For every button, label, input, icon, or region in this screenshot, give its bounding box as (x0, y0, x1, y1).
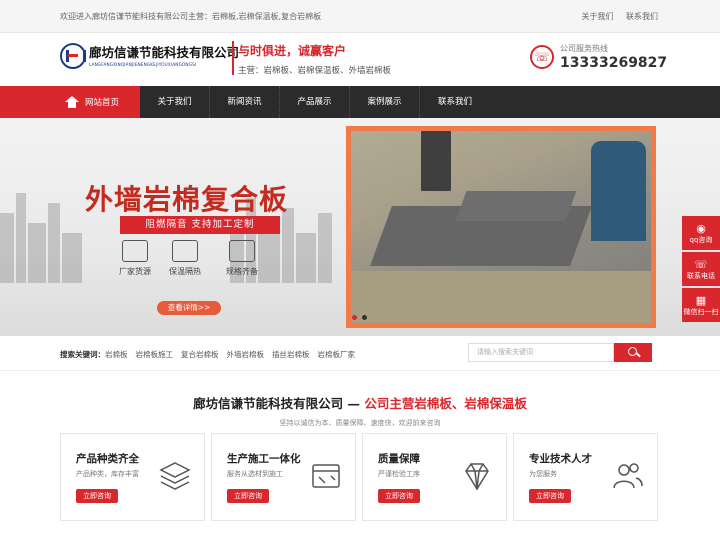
carousel-dots[interactable] (352, 315, 372, 320)
card-quality[interactable]: 质量保障 严谨检验工序 立即咨询 (362, 433, 507, 521)
carousel-dot[interactable] (352, 315, 357, 320)
book-icon (122, 240, 148, 262)
banner-title: 外墙岩棉复合板 (85, 183, 289, 216)
toolbox-icon (312, 464, 340, 488)
layers-icon (159, 462, 191, 490)
welcome-text: 欢迎进入廊坊信谦节能科技有限公司主营：岩棉板,岩棉保温板,复合岩棉板 (60, 11, 322, 21)
main-nav: 网站首页 关于我们 新闻资讯 产品展示 案例展示 联系我们 (0, 86, 720, 118)
consult-button[interactable]: 立即咨询 (76, 489, 118, 503)
keyword-link[interactable]: 岩棉板施工 (136, 350, 174, 359)
side-qq[interactable]: ◉ qq咨询 (682, 216, 720, 250)
qq-icon: ◉ (696, 222, 706, 235)
phone-icon: ☏ (530, 45, 554, 69)
hero-banner[interactable]: 外墙岩棉复合板 阻燃隔音 支持加工定制 厂家货源 保温隔热 规格齐备 查看详情>… (0, 118, 720, 336)
site-header: 廊坊信谦节能科技有限公司 LANGFANGXINQIANJIENENGKEJIY… (0, 33, 720, 86)
intro-desc: 坚持以诚信为本、质量保障、速度快，欢迎前来咨询 (279, 419, 441, 427)
nav-home[interactable]: 网站首页 (0, 86, 140, 118)
keyword-link[interactable]: 复合岩棉板 (181, 350, 219, 359)
advantage-cards: 产品种类齐全 产品种类，库存丰富 立即咨询 生产施工一体化 服务从选材到施工 立… (60, 433, 664, 521)
main-business: 主营：岩棉板、岩棉保温板、外墙岩棉板 (238, 66, 392, 76)
logo-company-pinyin: LANGFANGXINQIANJIENENGKEJIYOUXIANGONGSI (89, 61, 197, 67)
intro-highlight: 公司主营岩棉板、岩棉保温板 (364, 396, 527, 411)
side-wechat[interactable]: ▦ 微信扫一扫 (682, 288, 720, 322)
card-construction[interactable]: 生产施工一体化 服务从选材到施工 立即咨询 (211, 433, 356, 521)
nav-item-news[interactable]: 新闻资讯 (210, 86, 280, 118)
phone-icon: ☏ (694, 258, 708, 271)
product-photo (346, 126, 656, 328)
qrcode-icon: ▦ (695, 294, 707, 307)
nav-item-about[interactable]: 关于我们 (140, 86, 210, 118)
keyword-link[interactable]: 插丝岩棉板 (272, 350, 310, 359)
nav-item-contact[interactable]: 联系我们 (420, 86, 490, 118)
diamond-icon (465, 463, 489, 491)
slogan: 与时俱进，诚赢客户 (238, 44, 347, 58)
keyword-link[interactable]: 外墙岩棉板 (227, 350, 265, 359)
hotline: ☏ 公司服务热线 13333269827 (530, 43, 667, 71)
keyword-link[interactable]: 岩棉板 (105, 350, 128, 359)
logo[interactable]: 廊坊信谦节能科技有限公司 LANGFANGXINQIANJIENENGKEJIY… (60, 43, 239, 69)
hotline-number: 13333269827 (560, 55, 668, 71)
consult-button[interactable]: 立即咨询 (529, 489, 571, 503)
card-talent[interactable]: 专业技术人才 为您服务 立即咨询 (513, 433, 658, 521)
top-link-contact[interactable]: 联系我们 (626, 12, 658, 21)
intro-company: 廊坊信谦节能科技有限公司 — (193, 396, 360, 411)
header-divider (232, 41, 234, 75)
slogan-block: 与时俱进，诚赢客户 主营：岩棉板、岩棉保温板、外墙岩棉板 (238, 42, 391, 76)
logo-mark-icon (60, 43, 86, 69)
search-button[interactable] (614, 343, 652, 362)
view-details-button[interactable]: 查看详情>> (157, 301, 221, 315)
hotline-label: 公司服务热线 (560, 44, 608, 53)
banner-subtitle: 阻燃隔音 支持加工定制 (120, 216, 280, 234)
top-links: 关于我们 联系我们 (571, 11, 658, 22)
card-products[interactable]: 产品种类齐全 产品种类，库存丰富 立即咨询 (60, 433, 205, 521)
top-bar: 欢迎进入廊坊信谦节能科技有限公司主营：岩棉板,岩棉保温板,复合岩棉板 关于我们 … (0, 0, 720, 33)
team-icon (613, 463, 643, 489)
nav-home-label: 网站首页 (85, 98, 120, 108)
intro-section: 廊坊信谦节能科技有限公司 — 公司主营岩棉板、岩棉保温板 坚持以诚信为本、质量保… (0, 393, 720, 428)
cube-icon (229, 240, 255, 262)
nav-item-products[interactable]: 产品展示 (280, 86, 350, 118)
logo-company-name: 廊坊信谦节能科技有限公司 (89, 44, 240, 60)
side-toolbar: ◉ qq咨询 ☏ 联系电话 ▦ 微信扫一扫 (682, 216, 720, 324)
keyword-link[interactable]: 岩棉板厂家 (318, 350, 356, 359)
search-keywords: 搜索关键词：岩棉板 岩棉板施工 复合岩棉板 外墙岩棉板 插丝岩棉板 岩棉板厂家 (60, 350, 356, 359)
search-input[interactable]: 请输入搜索关键词 (468, 343, 614, 362)
top-link-about[interactable]: 关于我们 (581, 12, 613, 21)
search-bar: 搜索关键词：岩棉板 岩棉板施工 复合岩棉板 外墙岩棉板 插丝岩棉板 岩棉板厂家 请输入搜索… (0, 336, 720, 371)
carousel-dot-active[interactable] (362, 315, 367, 320)
consult-button[interactable]: 立即咨询 (378, 489, 420, 503)
heat-icon (172, 240, 198, 262)
feature-insulation: 保温隔热 (155, 240, 215, 277)
nav-item-cases[interactable]: 案例展示 (350, 86, 420, 118)
home-icon (65, 96, 79, 108)
consult-button[interactable]: 立即咨询 (227, 489, 269, 503)
side-phone[interactable]: ☏ 联系电话 (682, 252, 720, 286)
feature-specs: 规格齐备 (212, 240, 272, 277)
